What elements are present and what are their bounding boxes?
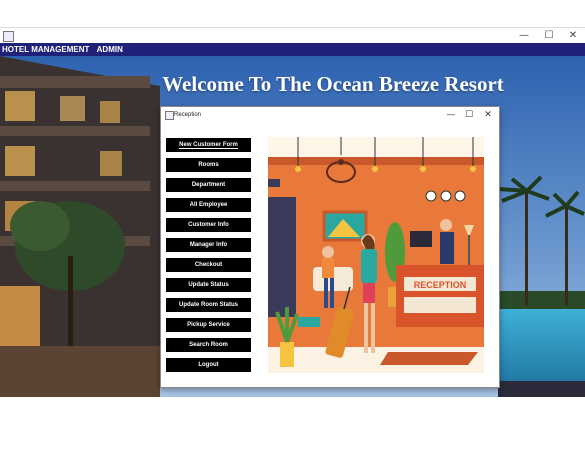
- close-icon[interactable]: ✕: [563, 28, 583, 43]
- search-room-button[interactable]: Search Room: [166, 338, 251, 352]
- menu-admin[interactable]: ADMIN: [92, 45, 123, 54]
- reception-titlebar: Reception — ☐ ✕: [161, 107, 499, 123]
- app-icon: [3, 31, 14, 42]
- reception-app-icon: [165, 111, 174, 120]
- update-status-button[interactable]: Update Status: [166, 278, 251, 292]
- manager-info-button[interactable]: Manager Info: [166, 238, 251, 252]
- window-titlebar: — ☐ ✕: [0, 27, 585, 43]
- minimize-icon[interactable]: —: [514, 28, 534, 43]
- checkout-button[interactable]: Checkout: [166, 258, 251, 272]
- reception-illustration: RECEPTION: [268, 137, 484, 373]
- close-icon[interactable]: ✕: [478, 107, 498, 123]
- all-employee-button[interactable]: All Employee: [166, 198, 251, 212]
- pickup-service-button[interactable]: Pickup Service: [166, 318, 251, 332]
- menu-hotel-management[interactable]: HOTEL MANAGEMENT: [0, 45, 89, 54]
- button-label: New Customer Form: [179, 142, 238, 149]
- customer-info-button[interactable]: Customer Info: [166, 218, 251, 232]
- reception-sign: RECEPTION: [414, 280, 467, 290]
- update-room-status-button[interactable]: Update Room Status: [166, 298, 251, 312]
- logout-button[interactable]: Logout: [166, 358, 251, 372]
- maximize-icon[interactable]: ☐: [539, 28, 559, 43]
- menubar: HOTEL MANAGEMENT ADMIN: [0, 43, 585, 56]
- rooms-button[interactable]: Rooms: [166, 158, 251, 172]
- new-customer-form-button[interactable]: New Customer Form: [166, 138, 251, 152]
- minimize-icon[interactable]: —: [441, 107, 461, 123]
- reception-title: Reception: [174, 112, 202, 118]
- department-button[interactable]: Department: [166, 178, 251, 192]
- reception-window: Reception — ☐ ✕ New Customer Form Rooms …: [160, 106, 500, 388]
- welcome-heading: Welcome To The Ocean Breeze Resort: [162, 72, 504, 96]
- maximize-icon[interactable]: ☐: [459, 107, 479, 123]
